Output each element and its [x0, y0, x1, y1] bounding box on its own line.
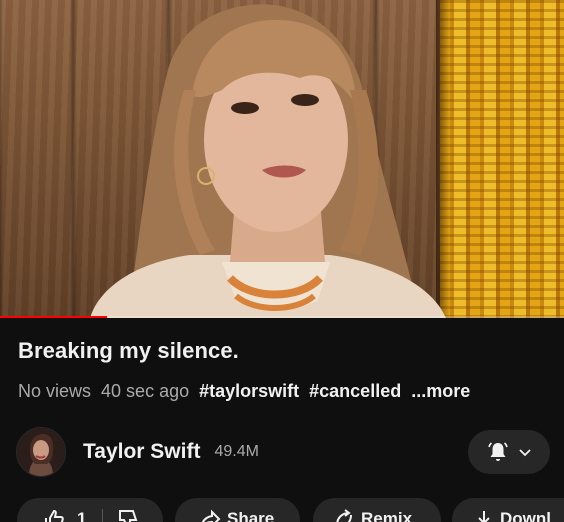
video-player[interactable]	[0, 0, 564, 318]
share-button[interactable]: Share	[175, 498, 300, 522]
upload-age: 40 sec ago	[101, 380, 190, 401]
remix-icon	[336, 509, 352, 522]
channel-name[interactable]: Taylor Swift	[83, 440, 200, 464]
video-title: Breaking my silence.	[18, 338, 239, 363]
like-count: 1	[77, 509, 87, 522]
download-icon	[478, 511, 490, 522]
chevron-down-icon	[519, 449, 531, 457]
channel-avatar[interactable]	[16, 427, 66, 477]
remix-button[interactable]: Remix	[313, 498, 441, 522]
view-count: No views	[18, 380, 92, 401]
bell-icon	[488, 442, 508, 461]
like-dislike-button[interactable]: 1	[17, 498, 163, 522]
action-buttons-row: 1 Share Remix Downl	[0, 498, 564, 522]
download-button[interactable]: Downl	[452, 498, 564, 522]
subscriber-count: 49.4M	[214, 443, 259, 460]
more-description-link[interactable]: ...more	[411, 381, 470, 402]
hashtag-link[interactable]: #cancelled	[309, 381, 401, 402]
avatar-image	[17, 428, 65, 476]
person-in-video	[90, 4, 446, 318]
video-progress-fill	[0, 316, 108, 318]
remix-label: Remix	[361, 509, 413, 522]
video-meta-line[interactable]: No views 40 sec ago #taylorswift #cancel…	[18, 378, 480, 404]
notification-bell-button[interactable]	[468, 430, 550, 474]
like-divider	[102, 509, 104, 522]
channel-row[interactable]: Taylor Swift 49.4M	[16, 427, 259, 477]
video-progress-bar[interactable]	[0, 316, 564, 318]
thumbs-up-icon	[45, 509, 64, 522]
thumbs-down-icon[interactable]	[117, 509, 139, 522]
hashtag-link[interactable]: #taylorswift	[199, 381, 299, 402]
share-icon	[201, 509, 221, 522]
download-label: Downl	[500, 509, 551, 522]
share-label: Share	[227, 509, 275, 522]
